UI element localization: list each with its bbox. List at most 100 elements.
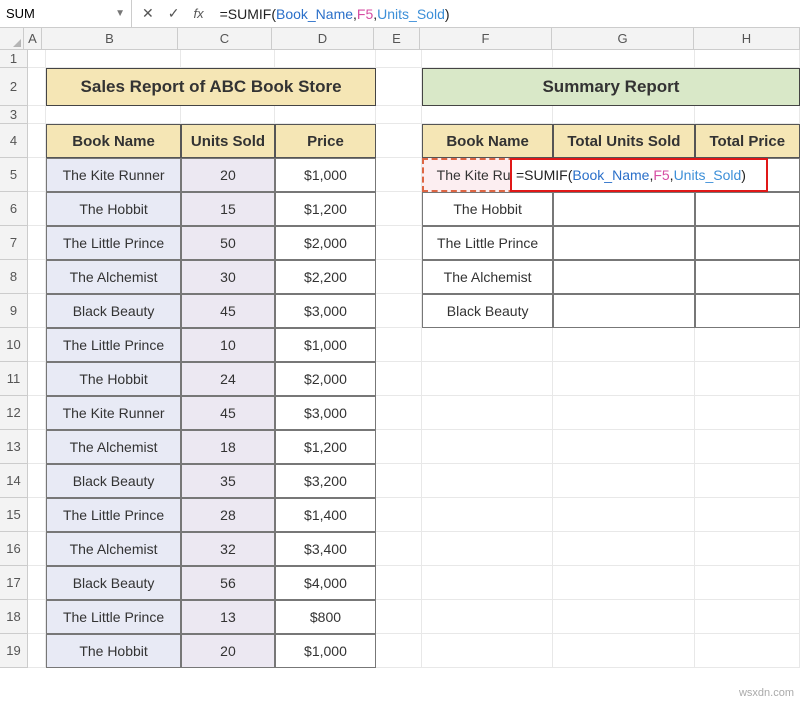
col-header[interactable]: A [24,28,42,50]
table-cell-price[interactable]: $3,000 [275,294,376,328]
table-cell-units[interactable]: 30 [181,260,275,294]
row-header[interactable]: 7 [0,226,28,260]
table-cell-price[interactable]: $3,400 [275,532,376,566]
table-cell-book[interactable]: The Kite Runner [46,158,181,192]
table-cell-book[interactable]: The Little Prince [46,498,181,532]
table-cell-book[interactable]: The Alchemist [46,532,181,566]
table-cell-price[interactable]: $2,000 [275,362,376,396]
table-cell-units[interactable]: 32 [181,532,275,566]
table-cell-units[interactable]: 28 [181,498,275,532]
col-header[interactable]: C [178,28,272,50]
row-header[interactable]: 18 [0,600,28,634]
table-cell-units[interactable]: 24 [181,362,275,396]
cells-area[interactable]: Sales Report of ABC Book Store Summary R… [28,50,800,668]
row-header[interactable]: 8 [0,260,28,294]
summary-cell-total-price[interactable] [695,226,800,260]
header-book-name[interactable]: Book Name [46,124,181,158]
table-cell-units[interactable]: 13 [181,600,275,634]
header-total-price[interactable]: Total Price [695,124,800,158]
col-header[interactable]: H [694,28,800,50]
header-units-sold[interactable]: Units Sold [181,124,275,158]
col-header[interactable]: F [420,28,552,50]
table-cell-book[interactable]: The Little Prince [46,226,181,260]
table-cell-units[interactable]: 18 [181,430,275,464]
summary-cell-total-units[interactable] [553,260,694,294]
title-summary-report[interactable]: Summary Report [422,68,800,106]
table-cell-price[interactable]: $1,200 [275,430,376,464]
row-header[interactable]: 15 [0,498,28,532]
summary-cell-total-price[interactable] [695,192,800,226]
row-header[interactable]: 2 [0,68,28,106]
table-cell-book[interactable]: Black Beauty [46,294,181,328]
confirm-icon[interactable]: ✓ [168,5,180,22]
table-cell-book[interactable]: The Hobbit [46,634,181,668]
table-cell-units[interactable]: 20 [181,634,275,668]
row-header[interactable]: 1 [0,50,28,68]
col-header[interactable]: E [374,28,420,50]
table-cell-price[interactable]: $3,200 [275,464,376,498]
title-sales-report[interactable]: Sales Report of ABC Book Store [46,68,376,106]
table-cell-price[interactable]: $1,200 [275,192,376,226]
table-cell-price[interactable]: $2,000 [275,226,376,260]
table-cell-units[interactable]: 10 [181,328,275,362]
row-header[interactable]: 6 [0,192,28,226]
chevron-down-icon[interactable]: ▼ [115,8,125,19]
row-header[interactable]: 19 [0,634,28,668]
summary-cell-total-price[interactable] [695,260,800,294]
table-cell-price[interactable]: $1,000 [275,634,376,668]
fx-icon[interactable]: fx [193,6,203,21]
row-header[interactable]: 4 [0,124,28,158]
summary-cell-book[interactable]: Black Beauty [422,294,553,328]
row-header[interactable]: 17 [0,566,28,600]
table-cell-units[interactable]: 45 [181,294,275,328]
table-cell-price[interactable]: $2,200 [275,260,376,294]
select-all-corner[interactable] [0,28,24,50]
summary-cell-total-units[interactable] [553,192,694,226]
table-cell-price[interactable]: $1,000 [275,328,376,362]
table-cell-book[interactable]: The Little Prince [46,328,181,362]
header-book-name-summary[interactable]: Book Name [422,124,553,158]
table-cell-book[interactable]: The Alchemist [46,260,181,294]
summary-cell-book[interactable]: The Alchemist [422,260,553,294]
name-box[interactable]: ▼ [0,0,132,27]
row-header[interactable]: 13 [0,430,28,464]
formula-input[interactable]: =SUMIF(Book_Name,F5,Units_Sold) [214,0,800,27]
table-cell-book[interactable]: The Hobbit [46,192,181,226]
row-header[interactable]: 14 [0,464,28,498]
row-header[interactable]: 16 [0,532,28,566]
table-cell-book[interactable]: The Kite Runner [46,396,181,430]
row-header[interactable]: 9 [0,294,28,328]
table-cell-price[interactable]: $3,000 [275,396,376,430]
row-header[interactable]: 5 [0,158,28,192]
col-header[interactable]: B [42,28,178,50]
row-header[interactable]: 11 [0,362,28,396]
col-header[interactable]: D [272,28,374,50]
col-header[interactable]: G [552,28,694,50]
table-cell-units[interactable]: 35 [181,464,275,498]
summary-cell-book[interactable]: The Little Prince [422,226,553,260]
header-total-units-sold[interactable]: Total Units Sold [553,124,694,158]
table-cell-price[interactable]: $4,000 [275,566,376,600]
summary-cell-total-units[interactable] [553,294,694,328]
table-cell-units[interactable]: 15 [181,192,275,226]
header-price[interactable]: Price [275,124,376,158]
row-header[interactable]: 12 [0,396,28,430]
table-cell-book[interactable]: Black Beauty [46,464,181,498]
table-cell-book[interactable]: The Alchemist [46,430,181,464]
cell-editor[interactable]: =SUMIF(Book_Name,F5,Units_Sold) [510,158,768,192]
table-cell-units[interactable]: 20 [181,158,275,192]
table-cell-book[interactable]: The Little Prince [46,600,181,634]
table-cell-units[interactable]: 50 [181,226,275,260]
cancel-icon[interactable]: ✕ [142,5,154,22]
table-cell-units[interactable]: 45 [181,396,275,430]
row-header[interactable]: 3 [0,106,28,124]
summary-cell-total-price[interactable] [695,294,800,328]
table-cell-units[interactable]: 56 [181,566,275,600]
summary-cell-total-units[interactable] [553,226,694,260]
table-cell-price[interactable]: $800 [275,600,376,634]
table-cell-price[interactable]: $1,000 [275,158,376,192]
summary-cell-book[interactable]: The Hobbit [422,192,553,226]
row-header[interactable]: 10 [0,328,28,362]
table-cell-price[interactable]: $1,400 [275,498,376,532]
table-cell-book[interactable]: Black Beauty [46,566,181,600]
